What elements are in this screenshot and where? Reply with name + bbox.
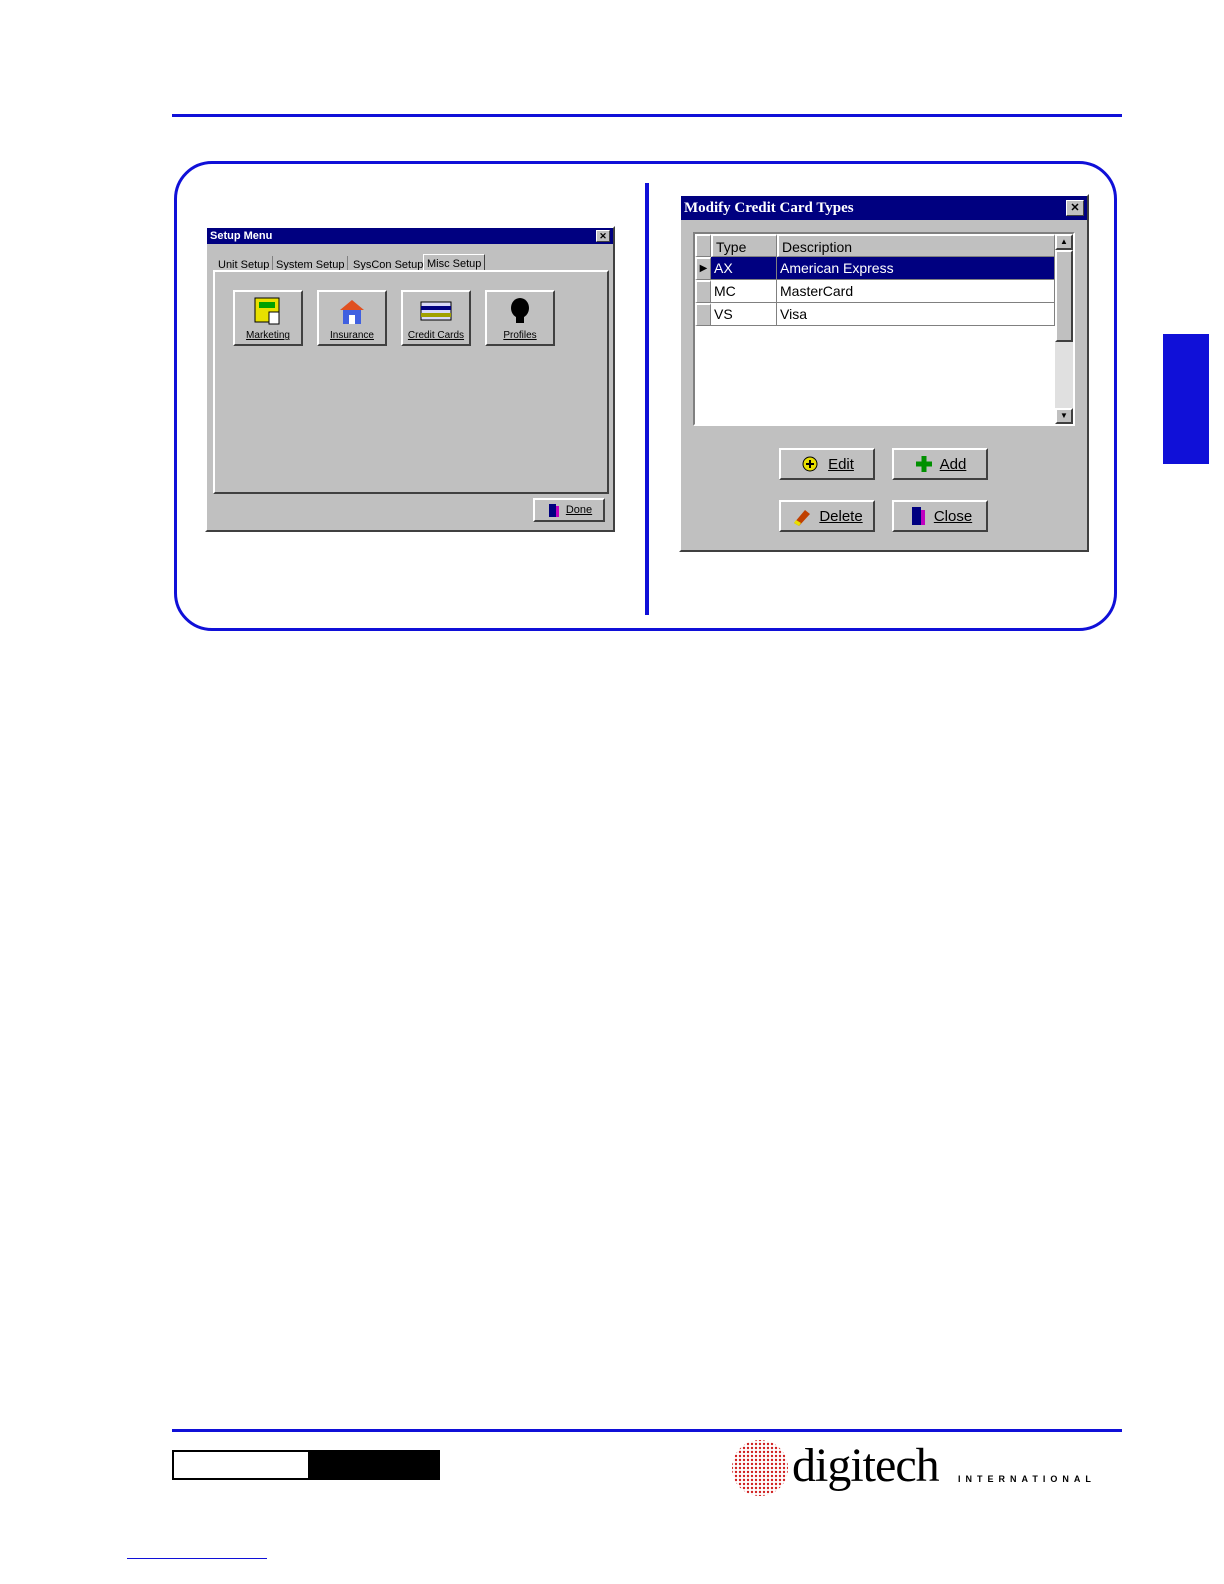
setup-menu-title: Setup Menu xyxy=(210,230,273,242)
dialog-close-icon[interactable]: ✕ xyxy=(1066,200,1084,216)
row-description-cell[interactable]: American Express xyxy=(777,257,1055,280)
frame-divider xyxy=(645,183,649,615)
door-icon xyxy=(911,507,925,525)
close-button[interactable]: Close xyxy=(892,500,988,532)
plus-icon xyxy=(915,456,932,472)
profiles-button[interactable]: Profiles xyxy=(485,290,555,346)
door-icon xyxy=(548,504,559,517)
grid-corner xyxy=(695,234,711,257)
delete-label: Delete xyxy=(819,507,863,525)
row-selector xyxy=(695,303,711,326)
row-selector-icon: ▶ xyxy=(695,257,711,280)
page-marker-fill xyxy=(308,1452,440,1478)
done-label: Done xyxy=(565,504,593,516)
scroll-up-icon[interactable]: ▲ xyxy=(1055,234,1073,250)
add-label: Add xyxy=(939,455,967,473)
credit-card-dialog: Modify Credit Card Types ✕ Type Descript… xyxy=(679,194,1089,552)
insurance-button[interactable]: Insurance xyxy=(317,290,387,346)
credit-card-icon xyxy=(420,301,452,321)
logo-wordmark: digitech xyxy=(792,1439,940,1492)
insurance-label: Insurance xyxy=(330,330,374,341)
setup-menu-titlebar: Setup Menu ✕ xyxy=(207,228,613,244)
chapter-side-tab xyxy=(1163,334,1209,464)
delete-button[interactable]: Delete xyxy=(779,500,875,532)
scroll-down-icon[interactable]: ▼ xyxy=(1055,408,1073,424)
column-header-description[interactable]: Description xyxy=(777,234,1055,257)
digitech-logo: digitech INTERNATIONAL xyxy=(730,1436,1110,1498)
profile-head-icon xyxy=(511,298,529,323)
edit-button[interactable]: Edit xyxy=(779,448,875,480)
table-row[interactable]: VS Visa xyxy=(695,303,1055,326)
table-row[interactable]: ▶ AX American Express xyxy=(695,257,1055,280)
setup-menu-window: Setup Menu ✕ Unit Setup System Setup Sys… xyxy=(205,226,615,532)
row-description-cell[interactable]: MasterCard xyxy=(777,280,1055,303)
setup-tab-panel: Marketing Insurance Credit Cards Profile… xyxy=(213,270,609,494)
credit-card-grid: Type Description ▶ AX American Express M… xyxy=(693,232,1075,426)
vertical-scrollbar[interactable]: ▲ ▼ xyxy=(1055,234,1073,424)
logo-subtitle: INTERNATIONAL xyxy=(958,1474,1096,1484)
marketing-button[interactable]: Marketing xyxy=(233,290,303,346)
done-button[interactable]: Done xyxy=(533,498,605,522)
globe-logo-icon xyxy=(732,1440,788,1496)
insurance-icon xyxy=(340,300,364,324)
top-rule xyxy=(172,114,1122,117)
row-description-cell[interactable]: Visa xyxy=(777,303,1055,326)
row-type-cell[interactable]: VS xyxy=(711,303,777,326)
eraser-icon xyxy=(794,510,811,526)
profiles-label: Profiles xyxy=(503,330,537,341)
marketing-label: Marketing xyxy=(246,330,290,341)
credit-cards-button[interactable]: Credit Cards xyxy=(401,290,471,346)
grid-header-row: Type Description xyxy=(695,234,1055,257)
setup-menu-close-icon[interactable]: ✕ xyxy=(596,230,610,242)
bottom-rule xyxy=(172,1429,1122,1432)
column-header-type[interactable]: Type xyxy=(711,234,777,257)
edit-label: Edit xyxy=(828,455,854,473)
marketing-icon xyxy=(254,297,280,325)
scroll-thumb[interactable] xyxy=(1055,250,1073,342)
credit-card-titlebar: Modify Credit Card Types ✕ xyxy=(681,196,1087,220)
table-row[interactable]: MC MasterCard xyxy=(695,280,1055,303)
row-type-cell[interactable]: MC xyxy=(711,280,777,303)
add-button[interactable]: Add xyxy=(892,448,988,480)
close-label: Close xyxy=(933,507,973,525)
credit-cards-label: Credit Cards xyxy=(407,330,465,341)
row-type-cell[interactable]: AX xyxy=(711,257,777,280)
page-marker-box xyxy=(172,1450,440,1480)
credit-card-dialog-title: Modify Credit Card Types xyxy=(684,199,854,216)
row-selector xyxy=(695,280,711,303)
edit-icon xyxy=(802,456,818,472)
footer-underline xyxy=(127,1558,267,1559)
